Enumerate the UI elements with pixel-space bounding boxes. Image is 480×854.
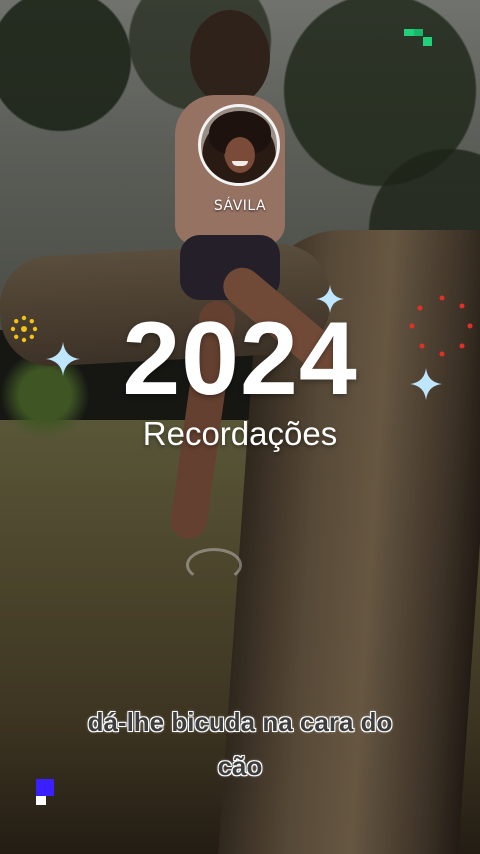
sparkle-icon: [46, 342, 80, 376]
red-dots-icon: [409, 295, 473, 357]
profile-username[interactable]: SÁVILA: [190, 198, 290, 214]
profile-avatar[interactable]: [198, 104, 280, 186]
avatar-face: [225, 137, 255, 173]
story-screen[interactable]: SÁVILA 2024 Recordações dá-lhe bicuda na…: [0, 0, 480, 854]
caption-text: dá-lhe bicuda na cara do cão: [30, 700, 450, 788]
caption-line: cão: [217, 751, 263, 781]
year-title: 2024: [122, 301, 358, 417]
sparkle-icon: [410, 368, 442, 400]
avatar-smile: [232, 161, 248, 166]
blue-pixels-decoration: [36, 779, 58, 811]
sun-dots-icon: [10, 315, 38, 343]
caption-line: dá-lhe bicuda na cara do: [87, 707, 393, 737]
memories-subtitle: Recordações: [142, 415, 338, 452]
green-pixels-decoration: [404, 29, 434, 53]
